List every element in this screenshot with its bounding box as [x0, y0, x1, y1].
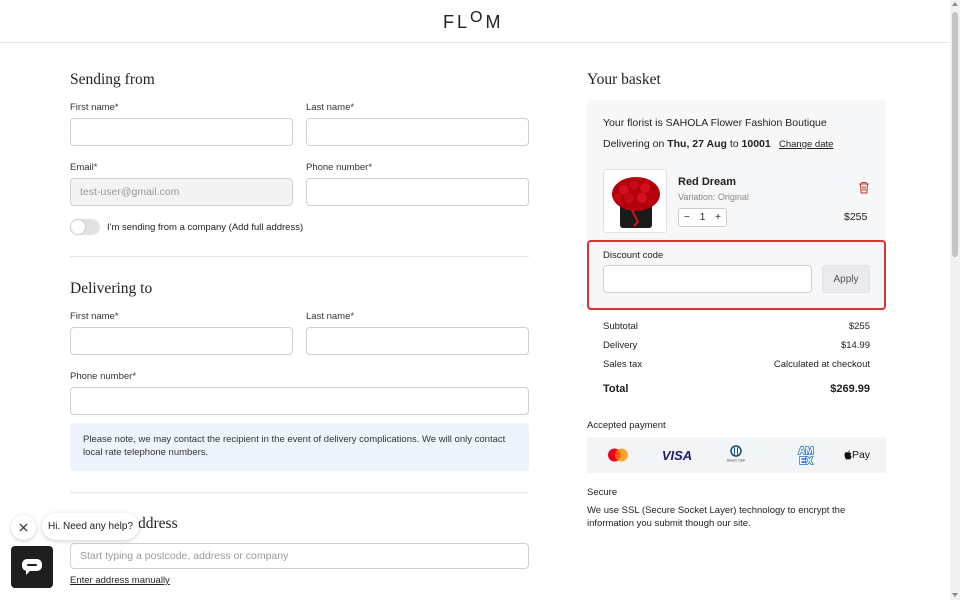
sender-first-name-input[interactable]: [70, 118, 293, 146]
sender-first-name-label: First name*: [70, 102, 119, 113]
delivery-date: Thu, 27 Aug: [667, 138, 727, 150]
product-image: [603, 169, 667, 233]
product-variation: Variation: Original: [678, 192, 749, 202]
delivering-prefix: Delivering on: [603, 138, 665, 150]
decrease-quantity-button[interactable]: −: [684, 212, 690, 223]
scroll-down-arrow-icon[interactable]: [952, 593, 958, 597]
summary-value: Calculated at checkout: [773, 359, 870, 370]
sender-phone-input[interactable]: [306, 178, 529, 206]
logo-text-raised: O: [470, 9, 486, 26]
sender-email-label: Email*: [70, 162, 98, 173]
contact-notice: Please note, we may contact the recipien…: [70, 423, 529, 471]
recipient-first-name-label: First name*: [70, 311, 119, 322]
summary-row-delivery: Delivery $14.99: [603, 340, 870, 351]
mastercard-icon: [605, 446, 631, 464]
quantity-value: 1: [699, 212, 706, 223]
apple-pay-text: Pay: [851, 449, 871, 461]
sending-from-title: Sending from: [70, 71, 155, 88]
florist-name: SAHOLA Flower Fashion Boutique: [665, 117, 827, 129]
change-date-link[interactable]: Change date: [779, 139, 833, 150]
company-toggle[interactable]: [70, 219, 100, 235]
recipient-first-name-input[interactable]: [70, 327, 293, 355]
toggle-knob: [71, 220, 85, 234]
trash-icon[interactable]: [858, 181, 870, 194]
diners-club-icon: Diners Club: [722, 445, 750, 464]
secure-description: We use SSL (Secure Socket Layer) technol…: [587, 505, 846, 529]
summary-value: $14.99: [840, 340, 870, 351]
enter-address-manually-link[interactable]: Enter address manually: [70, 575, 170, 586]
to-text: to: [729, 138, 739, 150]
basket-title: Your basket: [587, 71, 661, 88]
address-title: ddress: [138, 515, 178, 532]
chat-greeting-bubble[interactable]: Hi. Need any help?: [42, 513, 139, 540]
amex-icon: AM EX: [793, 444, 819, 466]
summary-label: Delivery: [603, 340, 638, 351]
florist-prefix: Your florist is: [603, 117, 663, 129]
chat-launcher-button[interactable]: [11, 546, 53, 588]
summary-row-subtotal: Subtotal $255: [603, 321, 870, 332]
product-price: $255: [844, 211, 868, 223]
section-divider: [70, 256, 529, 257]
chat-icon: [22, 559, 42, 575]
recipient-phone-label: Phone number*: [70, 371, 137, 382]
sender-last-name-label: Last name*: [306, 102, 355, 113]
svg-text:EX: EX: [799, 456, 813, 466]
total-label: Total: [603, 383, 629, 395]
scroll-up-arrow-icon[interactable]: [952, 2, 958, 6]
logo-text-prefix: FL: [443, 12, 471, 32]
visa-icon: VISA: [661, 447, 693, 463]
summary-label: Subtotal: [603, 321, 638, 332]
summary-row-total: Total $269.99: [603, 383, 870, 395]
sender-last-name-input[interactable]: [306, 118, 529, 146]
product-name: Red Dream: [678, 176, 737, 188]
page-scrollbar[interactable]: [950, 0, 960, 600]
svg-text:Diners Club: Diners Club: [727, 459, 746, 463]
delivery-zip: 10001: [741, 138, 771, 150]
apple-pay-icon: Pay: [843, 446, 871, 464]
discount-code-input[interactable]: [603, 265, 812, 293]
address-search-input[interactable]: [70, 543, 529, 569]
apple-icon: [844, 450, 852, 460]
logo-text-suffix: M: [485, 12, 504, 32]
summary-value: $255: [848, 321, 870, 332]
recipient-last-name-label: Last name*: [306, 311, 355, 322]
increase-quantity-button[interactable]: +: [715, 212, 721, 223]
sender-email-input[interactable]: [70, 178, 293, 206]
section-divider: [70, 492, 529, 493]
apply-discount-button[interactable]: Apply: [822, 265, 870, 293]
company-toggle-label: I'm sending from a company (Add full add…: [107, 222, 304, 233]
floom-logo[interactable]: FLOM: [443, 9, 504, 33]
summary-row-sales-tax: Sales tax Calculated at checkout: [603, 359, 870, 370]
quantity-stepper: − 1 +: [678, 208, 727, 227]
accepted-payment-title: Accepted payment: [587, 420, 666, 431]
chat-close-icon[interactable]: [11, 515, 36, 540]
recipient-phone-input[interactable]: [70, 387, 529, 415]
total-value: $269.99: [830, 383, 870, 395]
sender-phone-label: Phone number*: [306, 162, 373, 173]
scroll-thumb[interactable]: [952, 12, 958, 257]
recipient-last-name-input[interactable]: [306, 327, 529, 355]
delivering-to-title: Delivering to: [70, 280, 153, 297]
delivery-line: Delivering on Thu, 27 Aug to 10001: [603, 138, 771, 150]
header: FLOM: [0, 0, 950, 43]
discount-code-label: Discount code: [603, 250, 664, 261]
summary-label: Sales tax: [603, 359, 643, 370]
florist-line: Your florist is SAHOLA Flower Fashion Bo…: [603, 117, 827, 129]
secure-title: Secure: [587, 487, 618, 498]
